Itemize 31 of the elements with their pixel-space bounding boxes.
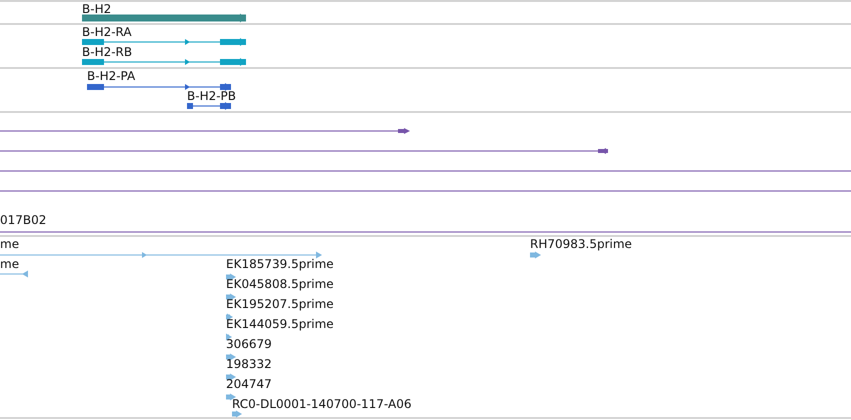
match-glyph[interactable] (0, 128, 410, 134)
est-label: me (0, 237, 20, 251)
est-label: me (0, 257, 20, 271)
match-glyph[interactable] (0, 148, 608, 154)
est-glyph[interactable] (226, 354, 236, 360)
transcript-glyph[interactable] (82, 38, 246, 46)
transcript-glyph[interactable] (82, 58, 246, 66)
est-label: RH70983.5prime (530, 237, 632, 251)
transcript-glyph[interactable] (186, 102, 231, 110)
transcript-label: B-H2-PA (87, 69, 136, 83)
est-label: EK195207.5prime (226, 297, 334, 311)
gene-label: B-H2 (82, 2, 112, 16)
gene-glyph[interactable] (82, 14, 246, 22)
transcript-glyph[interactable] (86, 83, 231, 91)
est-label: 204747 (226, 377, 272, 391)
est-glyph[interactable] (226, 374, 236, 380)
est-label: RC0-DL0001-140700-117-A06 (232, 397, 412, 411)
est-label: 198332 (226, 357, 272, 371)
est-label: EK185739.5prime (226, 257, 334, 271)
est-glyph[interactable] (226, 274, 236, 280)
est-glyph[interactable] (226, 294, 236, 300)
match-label: 017B02 (0, 213, 46, 227)
est-glyph[interactable] (226, 394, 236, 400)
est-label: 306679 (226, 337, 272, 351)
transcript-label: B-H2-RB (82, 45, 132, 59)
est-glyph[interactable] (226, 314, 233, 320)
est-label: EK144059.5prime (226, 317, 334, 331)
transcript-label: B-H2-PB (187, 89, 236, 103)
transcript-label: B-H2-RA (82, 25, 132, 39)
est-glyph[interactable] (226, 334, 232, 340)
est-label: EK045808.5prime (226, 277, 334, 291)
